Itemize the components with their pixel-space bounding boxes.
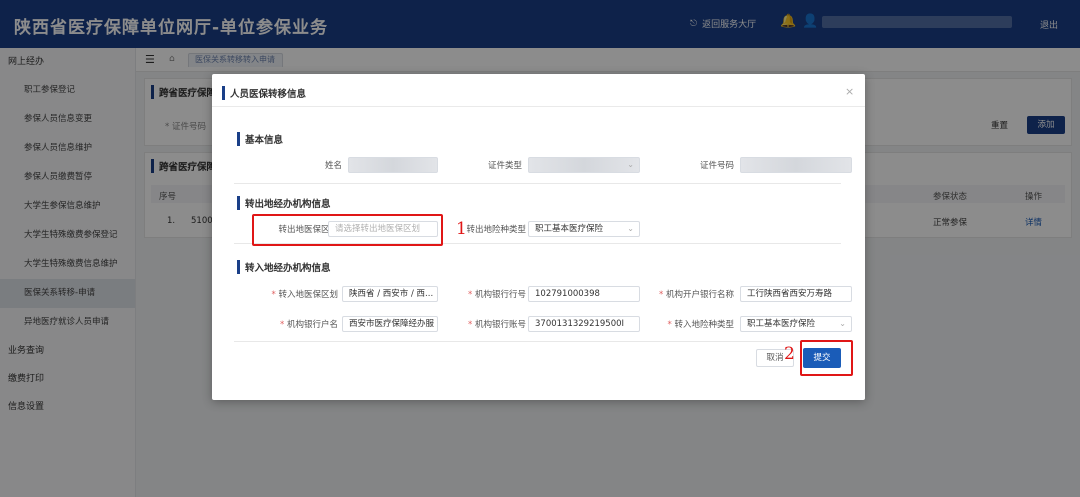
required-mark: * (667, 320, 672, 330)
bank-name-label: * 机构开户银行名称 (642, 288, 734, 300)
in-insurance-type-label-text: 转入地险种类型 (674, 320, 734, 330)
chevron-down-icon: ⌄ (839, 319, 846, 328)
bank-name-label-text: 机构开户银行名称 (665, 290, 734, 300)
account-number-input[interactable]: 3700131329219500I (528, 316, 640, 332)
annotation-box-2 (800, 340, 853, 376)
annotation-number-2: 2 (784, 344, 795, 364)
dialog-divider (212, 106, 865, 107)
in-region-label-text: 转入地医保区划 (278, 290, 338, 300)
in-insurance-type-select[interactable]: 职工基本医疗保险 ⌄ (740, 316, 852, 332)
account-name-input[interactable]: 西安市医疗保障经办服 (342, 316, 438, 332)
id-type-select[interactable]: ⌄ (528, 157, 640, 173)
in-insurance-type-label: * 转入地险种类型 (642, 318, 734, 330)
transfer-dialog: 人员医保转移信息 × 基本信息 姓名 证件类型 ⌄ 证件号码 转出地经办机构信息… (212, 74, 865, 400)
id-number-input[interactable] (740, 157, 852, 173)
annotation-number-1: 1 (456, 219, 467, 239)
annotation-box-1 (252, 214, 443, 246)
account-number-label-text: 机构银行账号 (474, 320, 526, 330)
transfer-in-section: 转入地经办机构信息 * 转入地医保区划 陕西省 / 西安市 / 西... * 机… (234, 260, 852, 342)
required-mark: * (659, 290, 664, 300)
bank-name-input[interactable]: 工行陕西省西安万寿路 (740, 286, 852, 302)
required-mark: * (280, 320, 285, 330)
bank-number-input[interactable]: 102791000398 (528, 286, 640, 302)
in-region-label: * 转入地医保区划 (252, 288, 338, 300)
required-mark: * (271, 290, 276, 300)
app-window: 陕西省医疗保障单位网厅-单位参保业务 ⎋ 返回服务大厅 🔔 👤 退出 网上经办 … (0, 0, 1080, 497)
out-insurance-type-select[interactable]: 职工基本医疗保险 ⌄ (528, 221, 640, 237)
name-input[interactable] (348, 157, 438, 173)
required-mark: * (468, 320, 473, 330)
account-name-label: * 机构银行户名 (252, 318, 338, 330)
dialog-title: 人员医保转移信息 (222, 86, 306, 100)
out-insurance-type-value: 职工基本医疗保险 (535, 224, 604, 234)
in-insurance-type-value: 职工基本医疗保险 (747, 319, 816, 329)
required-mark: * (468, 290, 473, 300)
in-region-select[interactable]: 陕西省 / 西安市 / 西... (342, 286, 438, 302)
bank-number-label: * 机构银行行号 (444, 288, 526, 300)
basic-info-title: 基本信息 (237, 132, 283, 146)
bank-number-label-text: 机构银行行号 (474, 290, 526, 300)
basic-info-section: 基本信息 姓名 证件类型 ⌄ 证件号码 (234, 132, 852, 184)
name-label: 姓名 (324, 161, 342, 171)
id-type-label: 证件类型 (487, 161, 522, 171)
chevron-down-icon: ⌄ (627, 224, 634, 233)
transfer-out-title: 转出地经办机构信息 (237, 196, 331, 210)
chevron-down-icon: ⌄ (627, 160, 634, 169)
account-number-label: * 机构银行账号 (444, 318, 526, 330)
id-number-label: 证件号码 (699, 161, 734, 171)
account-name-label-text: 机构银行户名 (286, 320, 338, 330)
close-icon[interactable]: × (845, 85, 854, 98)
transfer-in-title: 转入地经办机构信息 (237, 260, 331, 274)
